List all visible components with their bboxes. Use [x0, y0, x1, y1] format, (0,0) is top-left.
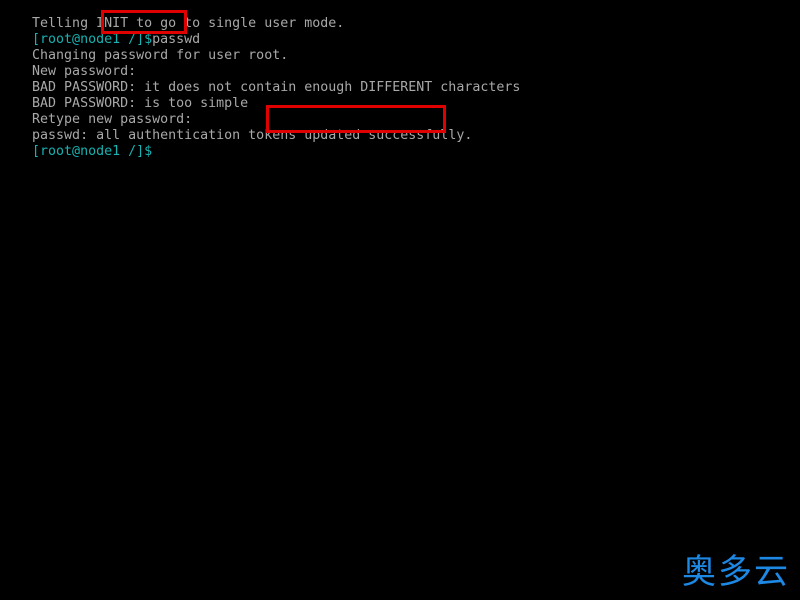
terminal-line: Retype new password: — [0, 96, 192, 127]
terminal-line: passwd: all authentication tokens update… — [0, 112, 472, 143]
terminal-screen[interactable]: Telling INIT to go to single user mode. … — [0, 0, 800, 600]
terminal-line: [root@node1 /]$passwd — [0, 16, 200, 47]
terminal-line: BAD PASSWORD: is too simple — [0, 80, 248, 111]
success-message: updated successfully. — [304, 128, 473, 143]
watermark-logo: 奥多云 — [682, 552, 790, 592]
terminal-line[interactable]: [root@node1 /]$ — [0, 128, 152, 159]
terminal-line: Changing password for user root. — [0, 32, 288, 63]
terminal-line: Telling INIT to go to single user mode. — [0, 0, 344, 31]
terminal-line: BAD PASSWORD: it does not contain enough… — [0, 64, 520, 95]
shell-prompt: [root@node1 /]$ — [32, 144, 153, 159]
terminal-line: New password: — [0, 48, 136, 79]
